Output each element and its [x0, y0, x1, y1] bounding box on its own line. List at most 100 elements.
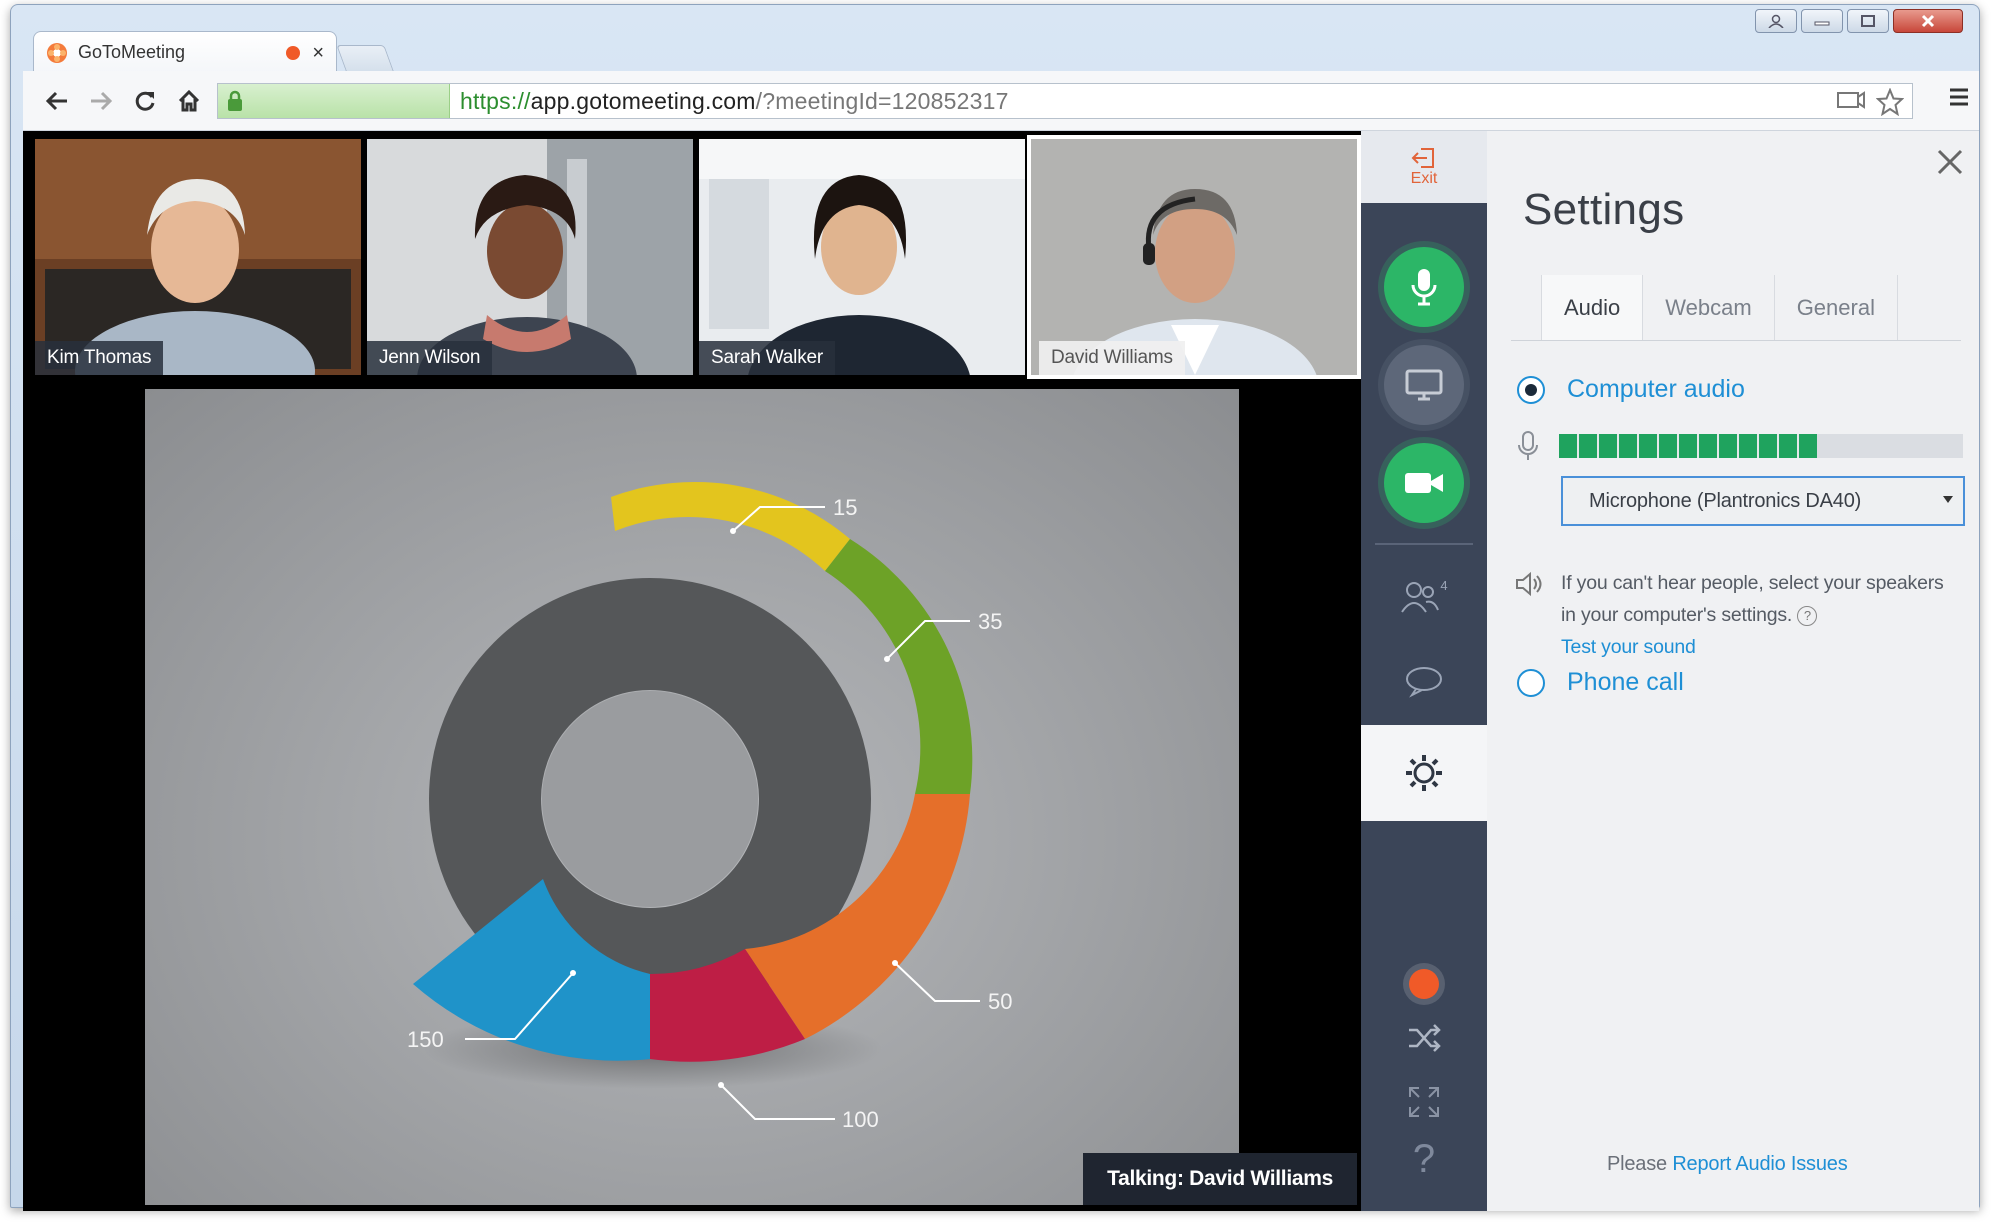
label-35: 35 — [978, 609, 1002, 634]
gear-icon — [1406, 755, 1442, 791]
label-50: 50 — [988, 989, 1012, 1014]
label-100: 100 — [842, 1107, 879, 1132]
back-button[interactable] — [37, 81, 77, 121]
url-text: https://app.gotomeeting.com/?meetingId=1… — [460, 87, 1009, 114]
user-icon — [1768, 14, 1784, 28]
browser-window: GoToMeeting × https://app.gotomeeting.co… — [10, 4, 1980, 1211]
fullscreen-button[interactable] — [1361, 1077, 1487, 1127]
mic-level-meter — [1559, 434, 1963, 458]
home-icon — [178, 89, 200, 111]
participant-tile[interactable]: Kim Thomas — [35, 139, 361, 375]
computer-audio-label: Computer audio — [1567, 375, 1745, 403]
microphone-select[interactable]: Microphone (Plantronics DA40) — [1561, 476, 1965, 526]
minimize-button[interactable] — [1801, 9, 1843, 33]
speaker-hint-text: If you can't hear people, select your sp… — [1561, 572, 1944, 626]
settings-tabs: Audio Webcam General — [1511, 275, 1961, 341]
computer-audio-radio[interactable] — [1517, 375, 1545, 404]
microphone-select-value: Microphone (Plantronics DA40) — [1589, 489, 1862, 512]
exit-button[interactable]: Exit — [1361, 131, 1487, 203]
arrow-left-icon — [45, 91, 67, 110]
settings-title: Settings — [1523, 185, 1685, 234]
mic-level-fill — [1559, 434, 1817, 458]
participant-tile[interactable]: Sarah Walker — [699, 139, 1025, 375]
screen-share-button[interactable] — [1384, 345, 1464, 425]
participant-name: Jenn Wilson — [367, 341, 493, 375]
gotomeeting-flower-icon — [47, 42, 67, 63]
screen-share-area: 15 35 50 100 150 Talking: David Williams — [35, 389, 1357, 1205]
help-circle-icon[interactable]: ? — [1797, 605, 1818, 626]
phone-call-radio[interactable] — [1517, 668, 1545, 697]
secure-indicator[interactable] — [218, 84, 450, 118]
tab-audio[interactable]: Audio — [1541, 275, 1643, 340]
microphone-icon — [1411, 269, 1437, 306]
participant-video-jenn — [367, 139, 693, 375]
recording-indicator-icon — [286, 45, 301, 60]
webcam-button[interactable] — [1384, 443, 1464, 523]
mic-level-segment — [1559, 434, 1577, 458]
mic-level-segment — [1679, 434, 1697, 458]
browser-tab[interactable]: GoToMeeting × — [33, 31, 337, 73]
participant-count: 4 — [1440, 577, 1448, 593]
record-icon — [1409, 969, 1439, 999]
microphone-icon — [1518, 431, 1538, 460]
chat-button[interactable] — [1361, 651, 1487, 711]
record-button[interactable] — [1361, 959, 1487, 1009]
omnibox-icons — [1836, 88, 1904, 116]
segment-15 — [611, 481, 850, 571]
tab-title: GoToMeeting — [78, 42, 186, 62]
expand-icon — [1409, 1087, 1439, 1117]
donut-hole — [542, 691, 758, 907]
mic-level-segment — [1759, 434, 1777, 458]
new-tab-button[interactable] — [336, 45, 394, 71]
microphone-button[interactable] — [1384, 247, 1464, 327]
window-user-button[interactable] — [1755, 9, 1797, 33]
chevron-down-icon — [1943, 496, 1953, 503]
home-button[interactable] — [169, 81, 209, 121]
participant-name: Kim Thomas — [35, 341, 164, 375]
mic-level-segment — [1699, 434, 1717, 458]
label-150: 150 — [407, 1027, 444, 1052]
forward-button[interactable] — [81, 81, 121, 121]
participant-tile[interactable]: Jenn Wilson — [367, 139, 693, 375]
tab-general[interactable]: General — [1773, 275, 1898, 340]
mic-level-segment — [1639, 434, 1657, 458]
address-bar[interactable]: https://app.gotomeeting.com/?meetingId=1… — [217, 83, 1913, 119]
close-settings-button[interactable] — [1935, 147, 1965, 182]
hamburger-menu-icon — [1950, 88, 1968, 106]
participants-button[interactable]: 4 — [1361, 567, 1487, 627]
mic-level-segment — [1739, 434, 1757, 458]
mic-level-segment — [1599, 434, 1617, 458]
mic-level-row — [1517, 431, 1963, 461]
shuffle-button[interactable] — [1361, 1013, 1487, 1063]
participant-tile-active[interactable]: David Williams — [1027, 135, 1361, 379]
close-icon — [1921, 14, 1935, 28]
tab-webcam[interactable]: Webcam — [1642, 275, 1773, 340]
exit-door-icon — [1411, 148, 1434, 168]
participant-video-sarah — [699, 139, 1025, 375]
tab-close-button[interactable]: × — [312, 43, 324, 63]
meeting-content: Kim Thomas Jenn Wilson Sarah Walker Davi… — [23, 131, 1979, 1211]
maximize-button[interactable] — [1847, 9, 1889, 33]
participant-video-david — [1031, 139, 1357, 375]
test-sound-link[interactable]: Test your sound — [1561, 636, 1696, 658]
phone-call-option[interactable]: Phone call — [1517, 668, 1684, 697]
participant-name-active: David Williams — [1039, 341, 1185, 375]
close-window-button[interactable] — [1893, 9, 1963, 33]
lock-icon — [228, 90, 242, 111]
mic-level-segment — [1799, 434, 1817, 458]
reload-button[interactable] — [125, 81, 165, 121]
cast-icon[interactable] — [1836, 88, 1866, 112]
rail-divider — [1375, 543, 1473, 545]
mic-level-segment — [1579, 434, 1597, 458]
mic-level-segment — [1779, 434, 1797, 458]
browser-menu-button[interactable] — [1947, 85, 1971, 114]
help-button[interactable]: ? — [1361, 1131, 1487, 1187]
phone-call-label: Phone call — [1567, 668, 1684, 696]
label-15: 15 — [833, 495, 857, 520]
report-audio-link[interactable]: Report Audio Issues — [1672, 1153, 1847, 1175]
bookmark-star-icon[interactable] — [1876, 88, 1904, 116]
computer-audio-option[interactable]: Computer audio — [1517, 375, 1745, 404]
arrow-right-icon — [91, 91, 113, 110]
exit-label: Exit — [1410, 170, 1438, 187]
settings-button[interactable] — [1361, 725, 1487, 821]
